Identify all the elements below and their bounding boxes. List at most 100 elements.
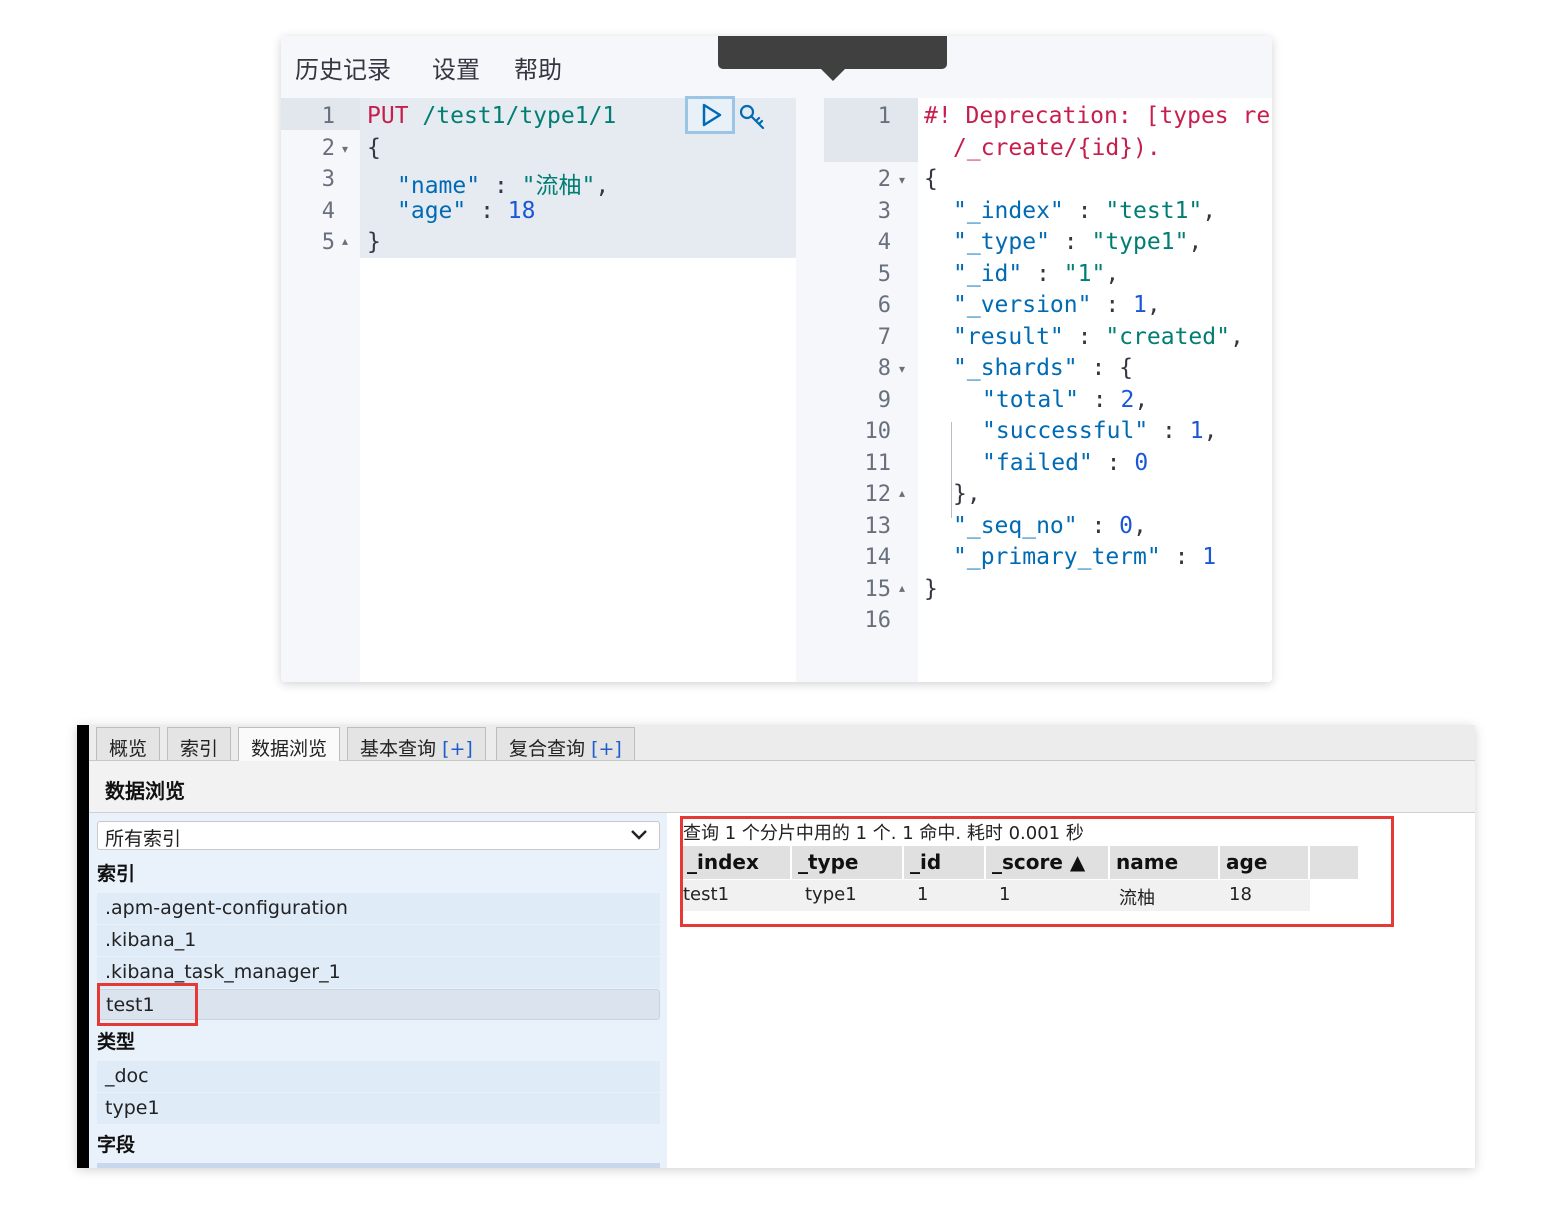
chevron-down-icon <box>631 830 647 840</box>
json-brace: { <box>1119 355 1134 381</box>
json-string: "type1" <box>1091 229 1189 255</box>
section-types: 类型 <box>97 1031 136 1053</box>
fold-close-icon[interactable]: ▴ <box>899 486 905 500</box>
response-shards-close: }, <box>953 481 981 507</box>
index-select-value: 所有索引 <box>105 828 182 850</box>
page-header: 数据浏览 <box>89 761 1475 813</box>
json-key: "successful" <box>982 418 1149 444</box>
json-key: "_index" <box>953 198 1064 224</box>
menu-settings[interactable]: 设置 <box>432 50 480 85</box>
fold-close-icon[interactable]: ▴ <box>342 234 348 248</box>
pane-splitter[interactable] <box>796 98 824 682</box>
section-indices: 索引 <box>97 863 136 885</box>
line-number: 15 <box>864 577 892 602</box>
request-line-4: "age" : 18 <box>397 198 536 224</box>
page-title: 数据浏览 <box>105 779 185 803</box>
json-string: "test1" <box>1105 198 1203 224</box>
json-string: "1" <box>1063 261 1106 287</box>
json-number: 18 <box>507 198 536 224</box>
tab-basic-query[interactable]: 基本查询 [+] <box>347 727 486 760</box>
tab-compound-query[interactable]: 复合查询 [+] <box>496 727 635 760</box>
tab-data-browser[interactable]: 数据浏览 <box>238 727 341 761</box>
json-key: "_primary_term" <box>953 544 1161 570</box>
menu-help[interactable]: 帮助 <box>514 50 562 85</box>
line-number: 1 <box>877 104 891 129</box>
index-item[interactable]: .kibana_1 <box>97 925 660 956</box>
index-item-label: .kibana_1 <box>105 929 197 951</box>
line-number: 8 <box>877 356 891 381</box>
json-key: "_id" <box>953 261 1023 287</box>
wrench-icon[interactable] <box>736 102 768 134</box>
json-number: 2 <box>1120 387 1135 413</box>
json-number: 0 <box>1134 450 1149 476</box>
line-number: 2 <box>321 136 335 161</box>
json-number: 1 <box>1133 292 1147 318</box>
json-key: "age" <box>397 198 467 224</box>
http-method: PUT <box>367 103 409 129</box>
response-successful: "successful" : 1, <box>982 418 1218 444</box>
tooltip <box>718 36 947 69</box>
line-number: 12 <box>864 482 892 507</box>
request-open-brace: { <box>367 135 381 161</box>
response-index: "_index" : "test1", <box>953 198 1217 224</box>
fold-close-icon[interactable]: ▴ <box>899 581 905 595</box>
type-item-label: _doc <box>105 1065 149 1087</box>
json-key: "total" <box>982 387 1079 413</box>
section-fields: 字段 <box>97 1134 136 1156</box>
request-path: /test1/type1/1 <box>422 103 617 129</box>
line-number: 11 <box>864 451 892 476</box>
json-number: 0 <box>1119 513 1134 539</box>
response-type: "_type" : "type1", <box>953 229 1203 255</box>
kibana-console: 历史记录 设置 帮助 1 2 ▾ 3 4 5 ▴ PUT /test1/type… <box>281 36 1272 682</box>
tooltip-arrow <box>820 68 846 81</box>
line-number: 10 <box>864 419 892 444</box>
window-edge <box>77 725 89 1168</box>
tab-bar: 概览 索引 数据浏览 基本查询 [+] 复合查询 [+] <box>89 725 1475 761</box>
index-item-label: .kibana_task_manager_1 <box>105 961 341 983</box>
line-number: 7 <box>877 325 891 350</box>
line-number: 5 <box>321 230 335 255</box>
response-id: "_id" : "1", <box>953 261 1120 287</box>
line-number: 4 <box>877 230 891 255</box>
line-number: 14 <box>864 545 892 570</box>
tab-label: 复合查询 <box>509 738 586 760</box>
tab-label: 数据浏览 <box>251 738 328 760</box>
menu-history[interactable]: 历史记录 <box>295 50 391 85</box>
tab-indices[interactable]: 索引 <box>167 727 232 760</box>
response-failed: "failed" : 0 <box>982 450 1149 476</box>
line-number: 13 <box>864 514 892 539</box>
json-key: "result" <box>953 324 1064 350</box>
response-open-brace: { <box>924 166 938 192</box>
request-line-1: PUT /test1/type1/1 <box>367 103 616 129</box>
json-key: "_seq_no" <box>953 513 1078 539</box>
play-icon[interactable] <box>698 102 724 128</box>
index-item[interactable]: .apm-agent-configuration <box>97 893 660 924</box>
index-select[interactable]: 所有索引 <box>97 821 660 850</box>
response-primary-term: "_primary_term" : 1 <box>953 544 1217 570</box>
line-number: 3 <box>877 199 891 224</box>
type-item[interactable]: _doc <box>97 1061 660 1092</box>
fold-open-icon[interactable]: ▾ <box>899 362 905 376</box>
fold-open-icon[interactable]: ▾ <box>342 142 348 156</box>
add-tab-link[interactable]: [+] <box>442 738 473 760</box>
json-key: "_version" <box>953 292 1092 318</box>
line-number: 16 <box>864 608 892 633</box>
line-number: 6 <box>877 293 891 318</box>
request-close-brace: } <box>367 229 381 255</box>
add-tab-link[interactable]: [+] <box>591 738 622 760</box>
indent-guide <box>951 422 952 518</box>
json-key: "failed" <box>982 450 1093 476</box>
type-item[interactable]: type1 <box>97 1093 660 1124</box>
tab-overview[interactable]: 概览 <box>96 727 161 760</box>
line-number: 1 <box>321 104 335 129</box>
es-head-window: 概览 索引 数据浏览 基本查询 [+] 复合查询 [+] 数据浏览 所有索引 索… <box>77 725 1475 1168</box>
json-number: 1 <box>1202 544 1217 570</box>
json-string: "流柚" <box>521 173 596 199</box>
response-version: "_version" : 1, <box>953 292 1161 318</box>
highlight-box <box>97 983 198 1026</box>
line-number: 9 <box>877 388 891 413</box>
json-string: "created" <box>1105 324 1230 350</box>
request-line-3: "name" : "流柚", <box>397 173 610 199</box>
json-number: 1 <box>1189 418 1204 444</box>
fold-open-icon[interactable]: ▾ <box>899 173 905 187</box>
